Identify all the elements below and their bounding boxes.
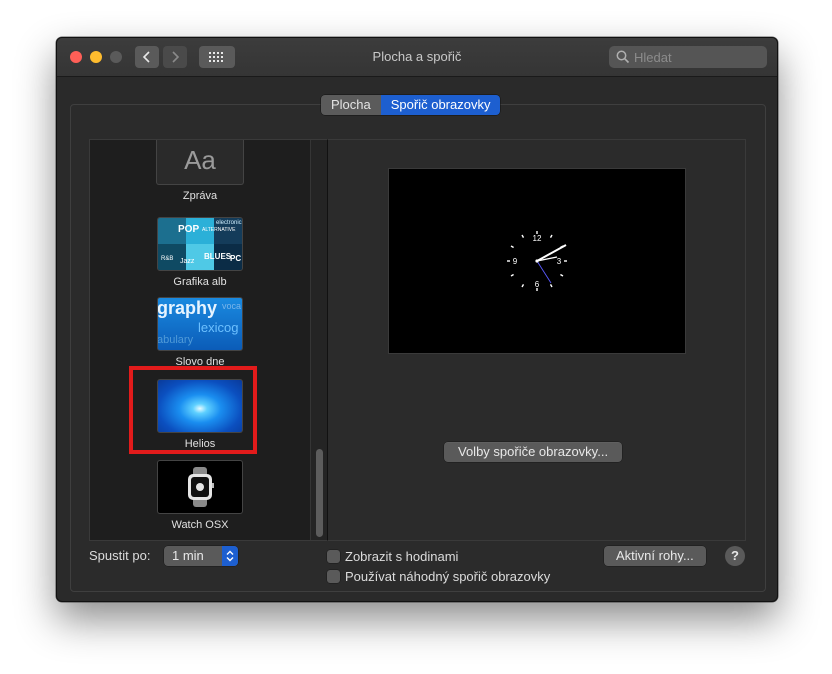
list-item-label: Zpráva	[182, 190, 218, 202]
search-icon	[616, 50, 630, 64]
list-item[interactable]: Watch OSX	[90, 460, 310, 531]
thumb-text: ALTERNATIVE	[202, 227, 236, 233]
clock-number-3: 3	[557, 257, 562, 266]
title-bar: Plocha a spořič Hledat	[57, 38, 777, 77]
tab-bar: Plocha Spořič obrazovky	[321, 95, 501, 115]
selection-highlight	[129, 366, 257, 454]
clock-preview: 12 3 6 9	[507, 231, 567, 291]
hot-corners-button[interactable]: Aktivní rohy...	[604, 546, 706, 566]
thumb-text: Aa	[184, 145, 216, 175]
thumb-text: Jazz	[180, 258, 195, 265]
tab-screen-saver[interactable]: Spořič obrazovky	[380, 95, 501, 115]
screen-saver-options-button[interactable]: Volby spořiče obrazovky...	[444, 442, 623, 462]
clock-center	[535, 259, 539, 263]
popup-stepper[interactable]	[222, 546, 238, 566]
thumb-text: graphy	[157, 298, 218, 318]
start-after-popup[interactable]: 1 min	[164, 546, 238, 566]
screen-saver-list: Aa Zpráva POP ALTERNATIVE electronic BLU…	[89, 139, 329, 541]
thumb-text: BLUES	[204, 252, 232, 261]
start-after-value: 1 min	[172, 548, 204, 563]
tab-desktop[interactable]: Plocha	[321, 95, 381, 115]
show-with-clock-checkbox[interactable]	[327, 550, 340, 563]
list-item[interactable]: POP ALTERNATIVE electronic BLUES PC R&B …	[90, 217, 310, 288]
random-saver-checkbox[interactable]	[327, 570, 340, 583]
thumb-text: POP	[178, 224, 200, 235]
album-art-thumbnail: POP ALTERNATIVE electronic BLUES PC R&B …	[157, 217, 243, 271]
chevron-up-down-icon	[226, 550, 234, 562]
clock-number-9: 9	[513, 257, 518, 266]
watch-icon	[188, 467, 214, 507]
random-saver-label: Používat náhodný spořič obrazovky	[345, 569, 551, 584]
preview-pane: 12 3 6 9 Volby spořiče obrazovky...	[327, 139, 746, 541]
preferences-window: Plocha a spořič Hledat Plocha Spořič obr…	[56, 37, 778, 602]
thumb-text: R&B	[161, 256, 174, 262]
scrollbar-thumb[interactable]	[316, 449, 323, 537]
search-placeholder: Hledat	[634, 49, 672, 65]
clock-number-12: 12	[533, 234, 542, 243]
thumb-text: PC	[230, 254, 242, 263]
clock-number-6: 6	[535, 280, 540, 289]
thumb-text: voca	[222, 301, 242, 311]
help-button[interactable]: ?	[725, 546, 745, 566]
message-thumbnail: Aa	[156, 140, 244, 185]
thumb-text: abulary	[157, 334, 194, 346]
watch-thumbnail	[157, 460, 243, 514]
list-item[interactable]: Aa Zpráva	[90, 140, 310, 202]
show-with-clock-label: Zobrazit s hodinami	[345, 549, 459, 564]
show-with-clock-row[interactable]: Zobrazit s hodinami	[327, 549, 458, 564]
random-saver-row[interactable]: Používat náhodný spořič obrazovky	[327, 569, 550, 584]
thumb-text: lexicog	[198, 320, 239, 335]
word-of-day-thumbnail: graphy voca lexicog abulary	[157, 297, 243, 351]
list-item-label: Grafika alb	[173, 276, 227, 288]
screen-saver-preview: 12 3 6 9	[388, 168, 686, 354]
list-item[interactable]: graphy voca lexicog abulary Slovo dne	[90, 297, 310, 368]
thumb-text: electronic	[216, 220, 242, 226]
start-after-label: Spustit po:	[89, 548, 151, 563]
list-item-label: Watch OSX	[171, 519, 229, 531]
search-field[interactable]: Hledat	[609, 46, 767, 68]
list-scrollbar[interactable]	[310, 140, 328, 540]
